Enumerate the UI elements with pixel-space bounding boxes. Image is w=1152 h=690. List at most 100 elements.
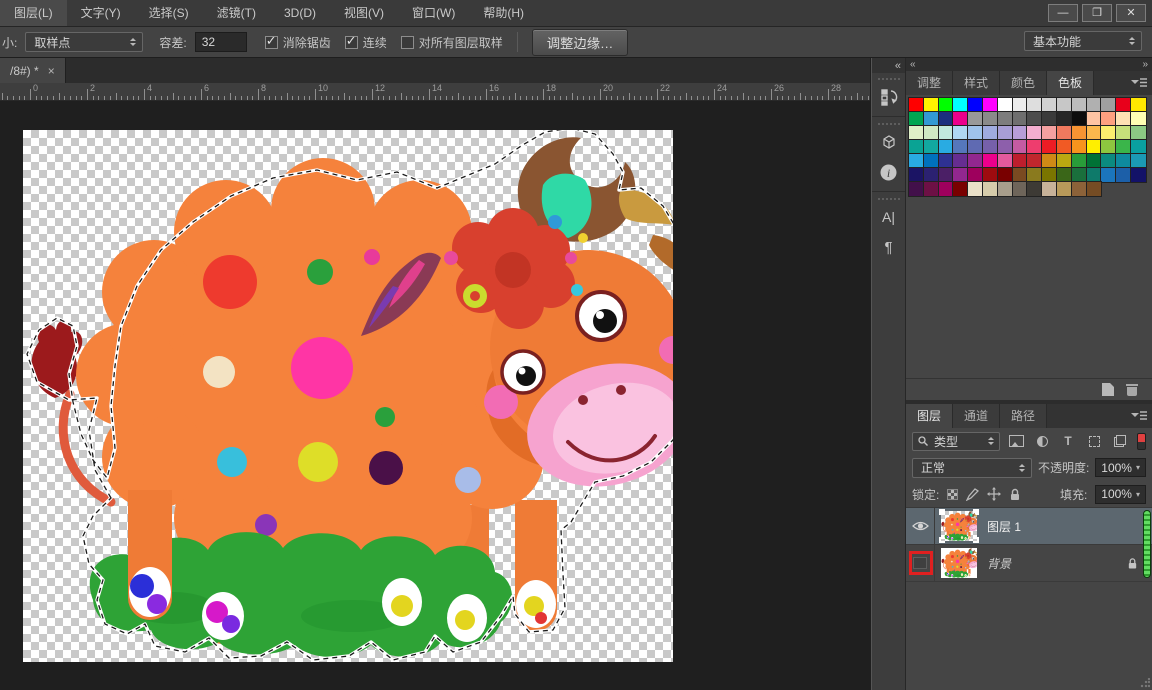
swatch-r2-c14[interactable] bbox=[1101, 112, 1116, 126]
swatch-r5-c3[interactable] bbox=[939, 154, 954, 168]
blend-mode-dropdown[interactable]: 正常 bbox=[912, 458, 1032, 478]
swatch-r3-c11[interactable] bbox=[1057, 126, 1072, 140]
menu-item-4[interactable]: 3D(D) bbox=[270, 0, 330, 26]
swatch-r1-c2[interactable] bbox=[924, 98, 939, 112]
tab-layers[interactable]: 图层 bbox=[906, 404, 953, 428]
swatch-r1-c5[interactable] bbox=[968, 98, 983, 112]
tab-close-icon[interactable]: × bbox=[48, 64, 55, 78]
swatch-r3-c6[interactable] bbox=[983, 126, 998, 140]
tab-color[interactable]: 颜色 bbox=[1000, 71, 1047, 95]
swatch-r6-c16[interactable] bbox=[1131, 168, 1146, 182]
swatch-r5-c5[interactable] bbox=[968, 154, 983, 168]
layer-row-background[interactable]: 背景 bbox=[906, 545, 1152, 582]
swatch-r7-c12[interactable] bbox=[1072, 182, 1087, 196]
collapse-dock-bar[interactable]: « bbox=[872, 58, 905, 73]
collapse-right-icon[interactable]: » bbox=[1142, 59, 1148, 70]
lock-pixels-brush-icon[interactable] bbox=[966, 488, 979, 501]
fill-value[interactable]: 100% ▾ bbox=[1095, 485, 1146, 504]
lock-position-icon[interactable] bbox=[987, 487, 1001, 501]
swatch-r5-c13[interactable] bbox=[1087, 154, 1102, 168]
swatch-r3-c4[interactable] bbox=[953, 126, 968, 140]
close-button[interactable]: ✕ bbox=[1116, 4, 1146, 22]
swatch-r7-c1[interactable] bbox=[909, 182, 924, 196]
tab-swatches[interactable]: 色板 bbox=[1047, 71, 1094, 95]
character-panel-icon[interactable]: A| bbox=[876, 204, 902, 230]
panel-menu-icon[interactable] bbox=[1131, 77, 1147, 91]
swatch-r5-c1[interactable] bbox=[909, 154, 924, 168]
sample-size-dropdown[interactable]: 取样点 bbox=[25, 32, 143, 52]
swatch-r2-c7[interactable] bbox=[998, 112, 1013, 126]
menu-item-1[interactable]: 文字(Y) bbox=[67, 0, 135, 26]
swatch-r2-c5[interactable] bbox=[968, 112, 983, 126]
swatch-r2-c15[interactable] bbox=[1116, 112, 1131, 126]
swatch-r3-c9[interactable] bbox=[1027, 126, 1042, 140]
swatch-r3-c5[interactable] bbox=[968, 126, 983, 140]
swatch-r2-c9[interactable] bbox=[1027, 112, 1042, 126]
swatch-r2-c8[interactable] bbox=[1013, 112, 1028, 126]
swatch-r7-c3[interactable] bbox=[939, 182, 954, 196]
swatch-r4-c5[interactable] bbox=[968, 140, 983, 154]
swatch-r4-c4[interactable] bbox=[953, 140, 968, 154]
tab-adjustments[interactable]: 调整 bbox=[906, 71, 953, 95]
swatch-r1-c15[interactable] bbox=[1116, 98, 1131, 112]
swatch-r3-c1[interactable] bbox=[909, 126, 924, 140]
swatch-r4-c12[interactable] bbox=[1072, 140, 1087, 154]
swatch-r5-c16[interactable] bbox=[1131, 154, 1146, 168]
swatch-r1-c14[interactable] bbox=[1101, 98, 1116, 112]
swatch-r3-c3[interactable] bbox=[939, 126, 954, 140]
layer-row-1[interactable]: 图层 1 bbox=[906, 508, 1152, 545]
swatch-r5-c12[interactable] bbox=[1072, 154, 1087, 168]
dock-grip[interactable] bbox=[878, 78, 900, 80]
swatch-r6-c13[interactable] bbox=[1087, 168, 1102, 182]
panel-resize-grip[interactable] bbox=[1140, 678, 1150, 688]
swatch-r3-c12[interactable] bbox=[1072, 126, 1087, 140]
layer1-visibility-toggle[interactable] bbox=[906, 508, 935, 544]
swatch-r5-c8[interactable] bbox=[1013, 154, 1028, 168]
menu-item-0[interactable]: 图层(L) bbox=[0, 0, 67, 26]
collapse-left-icon[interactable]: « bbox=[910, 59, 916, 70]
swatch-r3-c2[interactable] bbox=[924, 126, 939, 140]
lock-all-icon[interactable] bbox=[1009, 488, 1021, 501]
swatch-r1-c7[interactable] bbox=[998, 98, 1013, 112]
antialias-checkbox[interactable] bbox=[265, 36, 278, 49]
swatch-r3-c13[interactable] bbox=[1087, 126, 1102, 140]
swatch-r2-c6[interactable] bbox=[983, 112, 998, 126]
layer1-thumbnail[interactable] bbox=[941, 511, 977, 541]
opacity-value[interactable]: 100% ▾ bbox=[1095, 458, 1146, 477]
swatch-r5-c7[interactable] bbox=[998, 154, 1013, 168]
horizontal-ruler[interactable]: 0246810121416182022242628 bbox=[0, 83, 870, 101]
swatch-r7-c13[interactable] bbox=[1087, 182, 1102, 196]
swatch-r7-c9[interactable] bbox=[1027, 182, 1042, 196]
swatch-r2-c11[interactable] bbox=[1057, 112, 1072, 126]
filter-smart-object-icon[interactable] bbox=[1110, 433, 1130, 450]
tab-styles[interactable]: 样式 bbox=[953, 71, 1000, 95]
filter-type-layers-icon[interactable]: T bbox=[1058, 433, 1078, 450]
swatch-r7-c10[interactable] bbox=[1042, 182, 1057, 196]
swatch-r1-c1[interactable] bbox=[909, 98, 924, 112]
swatch-r1-c12[interactable] bbox=[1072, 98, 1087, 112]
menu-item-3[interactable]: 滤镜(T) bbox=[203, 0, 270, 26]
lock-transparency-icon[interactable] bbox=[947, 489, 958, 500]
swatch-r1-c6[interactable] bbox=[983, 98, 998, 112]
swatch-r2-c10[interactable] bbox=[1042, 112, 1057, 126]
swatch-r5-c9[interactable] bbox=[1027, 154, 1042, 168]
swatch-r1-c3[interactable] bbox=[939, 98, 954, 112]
swatch-r7-c2[interactable] bbox=[924, 182, 939, 196]
swatch-r6-c12[interactable] bbox=[1072, 168, 1087, 182]
swatch-r4-c8[interactable] bbox=[1013, 140, 1028, 154]
swatch-r4-c11[interactable] bbox=[1057, 140, 1072, 154]
layer-filtering-toggle[interactable] bbox=[1137, 433, 1146, 450]
swatch-r7-c6[interactable] bbox=[983, 182, 998, 196]
swatch-r4-c9[interactable] bbox=[1027, 140, 1042, 154]
swatch-r2-c16[interactable] bbox=[1131, 112, 1146, 126]
swatch-r2-c3[interactable] bbox=[939, 112, 954, 126]
swatch-r4-c10[interactable] bbox=[1042, 140, 1057, 154]
swatch-r4-c1[interactable] bbox=[909, 140, 924, 154]
filter-adjustment-layers-icon[interactable] bbox=[1032, 433, 1052, 450]
swatch-r7-c11[interactable] bbox=[1057, 182, 1072, 196]
swatch-r5-c4[interactable] bbox=[953, 154, 968, 168]
swatch-r6-c8[interactable] bbox=[1013, 168, 1028, 182]
swatch-r2-c2[interactable] bbox=[924, 112, 939, 126]
swatch-r4-c3[interactable] bbox=[939, 140, 954, 154]
background-thumbnail[interactable] bbox=[941, 548, 977, 578]
